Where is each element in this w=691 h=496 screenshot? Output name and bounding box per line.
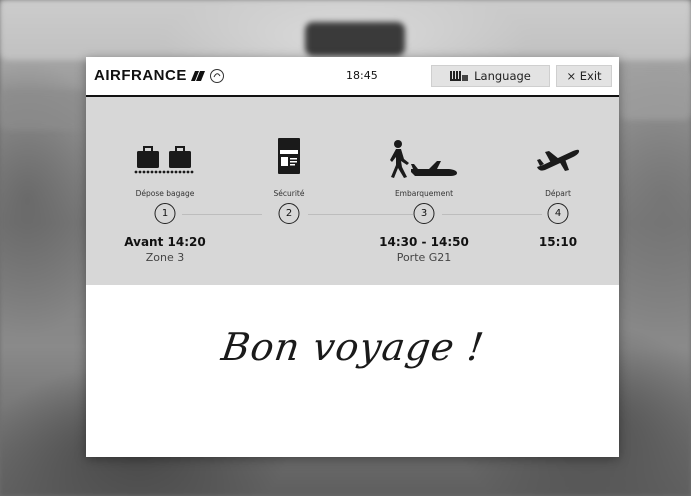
step-label: Dépose bagage [135,189,195,198]
background-counter-left [0,90,86,130]
connector-line [182,214,262,215]
brand-name: AIRFRANCE [94,67,187,84]
step-label: Départ [545,189,571,198]
journey-steps: Dépose bagage 1 Avant 14:20 Zone 3 Sécur… [86,97,619,285]
background-counter-right [619,70,691,120]
step-label: Embarquement [394,189,454,198]
airfrance-logo: AIRFRANCE [94,67,225,84]
logo-stripes-icon [190,70,205,81]
language-flag-icon [450,71,469,81]
step-time: Avant 14:20 [124,235,206,249]
background-sign [305,22,405,56]
step-number: 4 [547,203,569,224]
farewell-message: Bon voyage ! [86,283,619,457]
connector-line [442,214,542,215]
baggage-icon [134,146,194,174]
passport-icon [278,138,300,174]
kiosk-panel: AIRFRANCE 18:45 Language × Exit Dépose b… [86,57,619,457]
step-number: 3 [413,203,435,224]
seahorse-logo-icon [209,68,224,83]
bon-voyage-text: Bon voyage ! [218,325,487,369]
step-time: 14:30 - 14:50 [379,235,469,249]
boarding-icon [390,140,457,178]
language-button[interactable]: Language [431,65,550,87]
step-place: Zone 3 [145,251,185,264]
departure-plane-icon [537,149,580,171]
clock: 18:45 [346,69,378,82]
exit-button[interactable]: × Exit [556,65,612,87]
step-number: 2 [278,203,300,224]
connector-line [308,214,413,215]
step-label: Sécurité [273,189,305,198]
step-place: Porte G21 [396,251,452,264]
exit-label: × Exit [566,69,602,83]
language-label: Language [474,69,531,83]
step-number: 1 [154,203,176,224]
header-bar: AIRFRANCE 18:45 Language × Exit [86,57,619,97]
step-time: 15:10 [538,235,578,249]
